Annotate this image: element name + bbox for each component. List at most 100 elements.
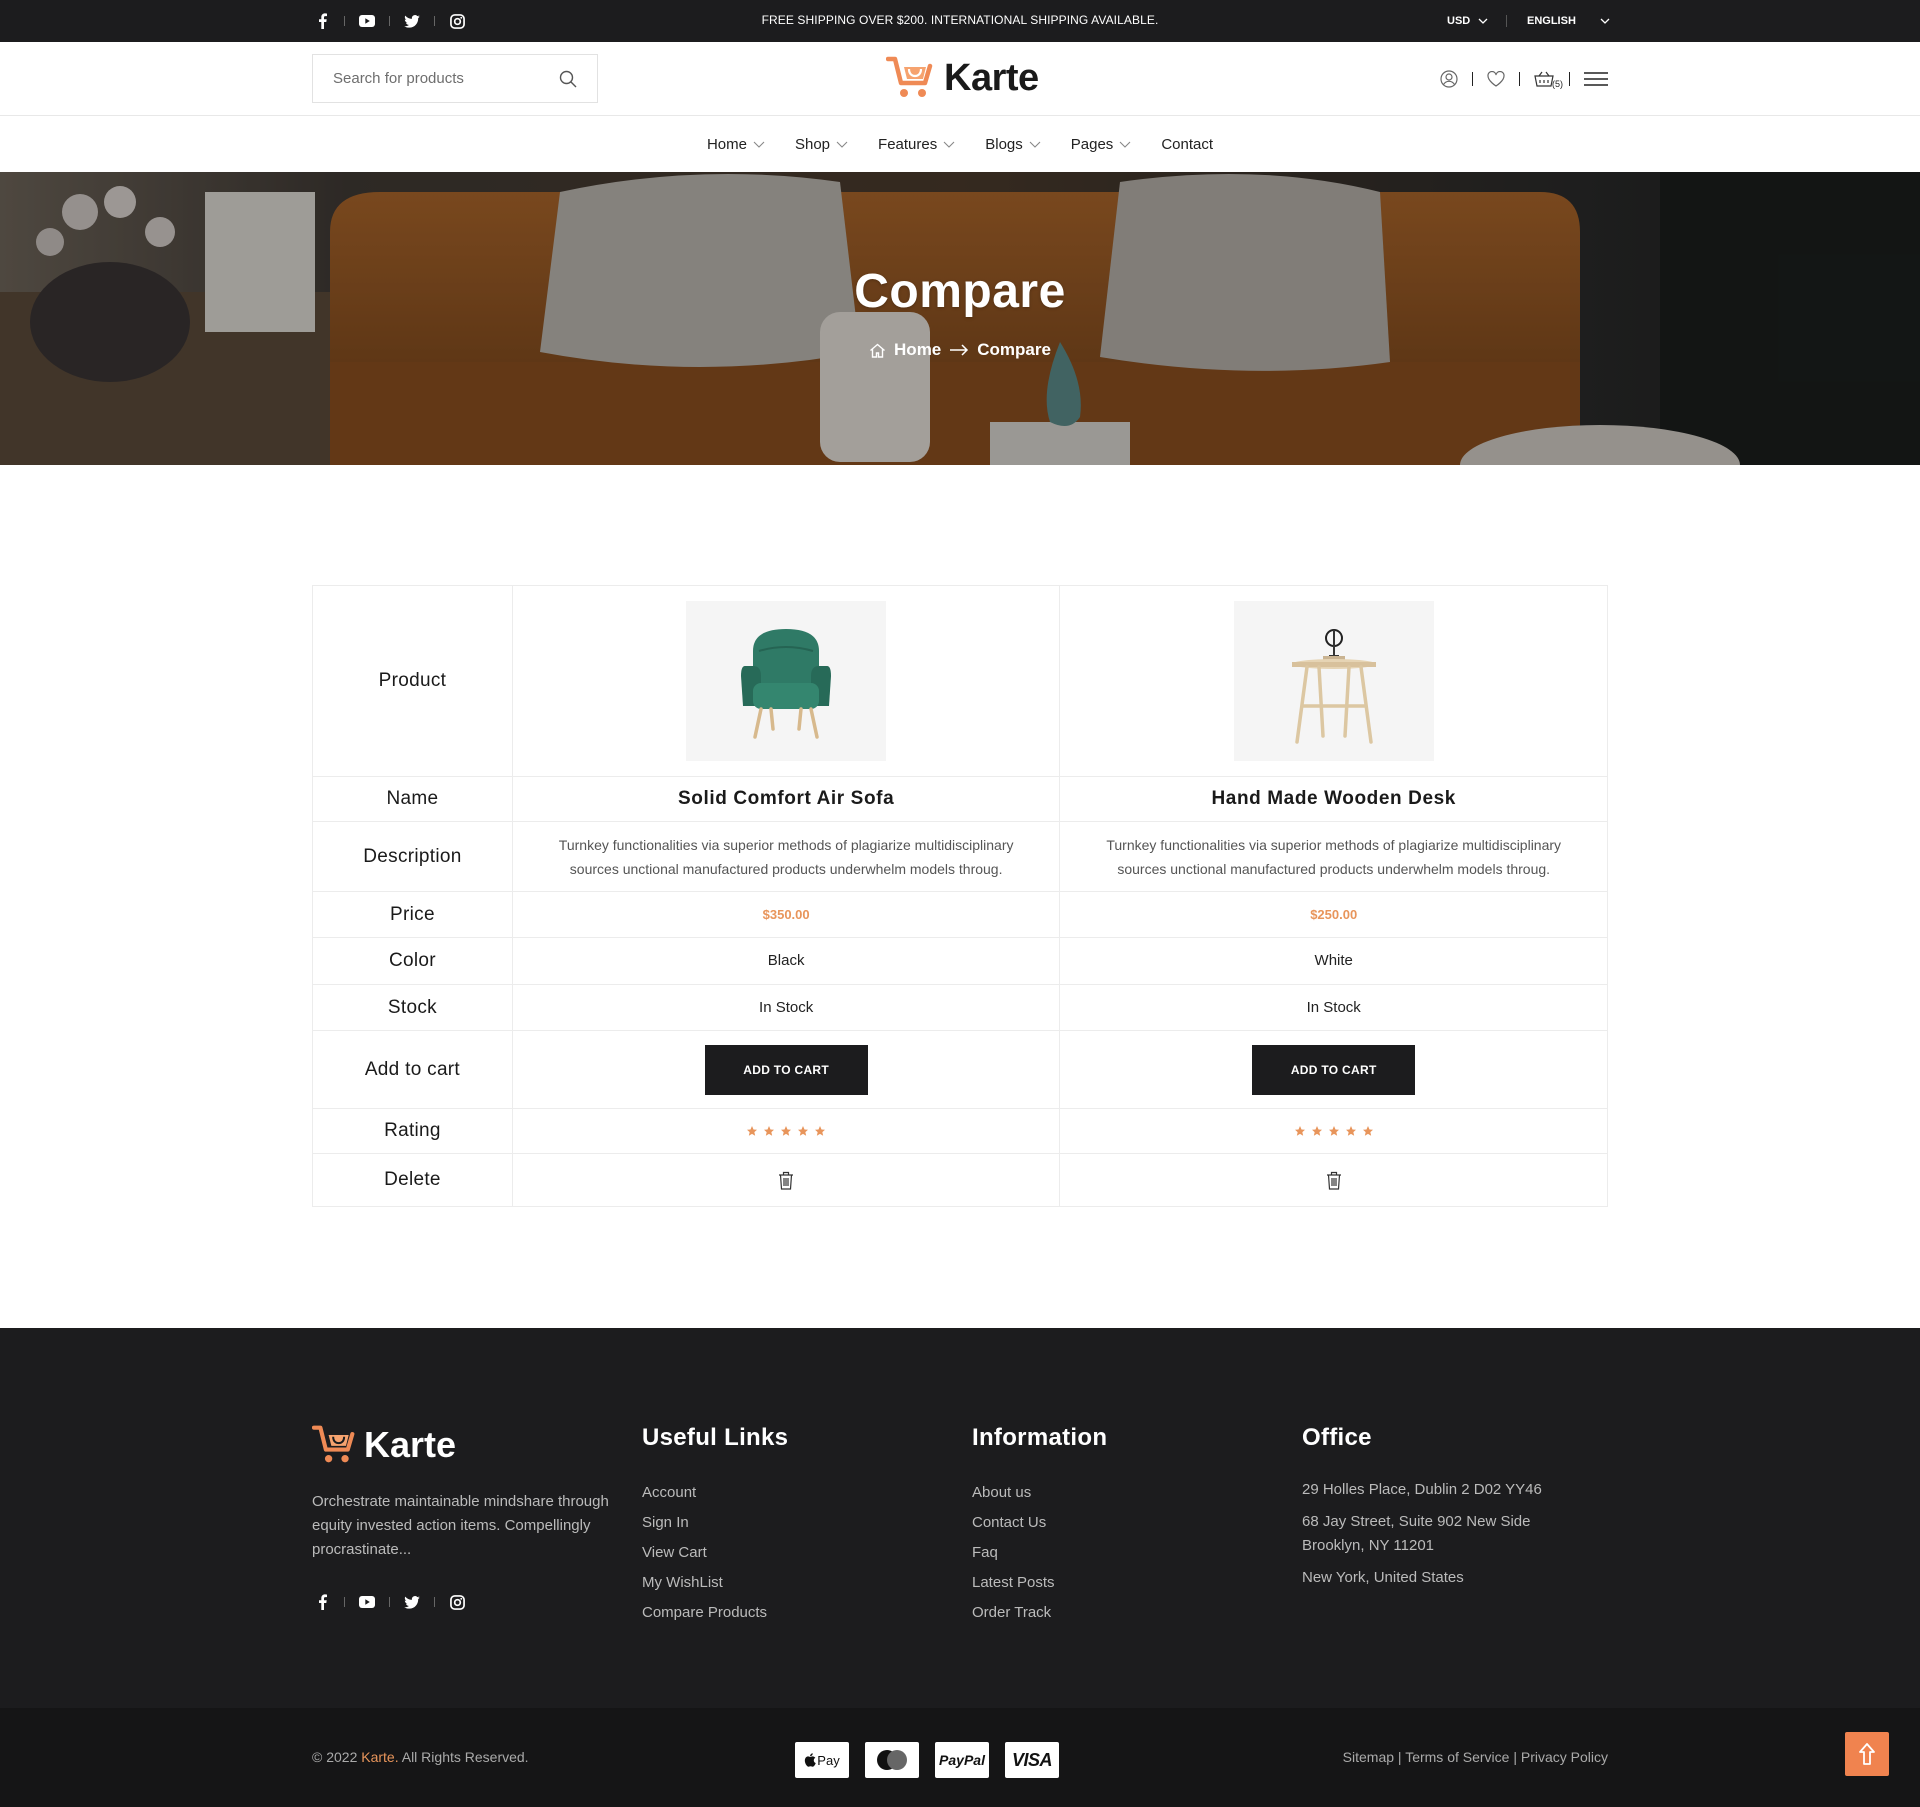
rating-cell <box>511 1108 1061 1154</box>
search-input[interactable] <box>333 70 559 87</box>
add-to-cart-cell: ADD TO CART <box>1059 1030 1608 1109</box>
cart-count-badge: (5) <box>1552 79 1563 89</box>
office-address: 29 Holles Place, Dublin 2 D02 YY46 <box>1302 1481 1542 1498</box>
star-rating <box>1060 1125 1607 1137</box>
logo-text: Karte <box>364 1424 457 1465</box>
star-icon <box>1362 1126 1373 1136</box>
color-cell: Black <box>511 937 1061 985</box>
footer-link[interactable]: Order Track <box>972 1598 1107 1628</box>
chevron-down-icon <box>1029 141 1041 148</box>
nav-item-features[interactable]: Features <box>863 136 970 153</box>
trash-icon[interactable] <box>1326 1171 1342 1190</box>
product-cell <box>511 585 1061 777</box>
footer-link[interactable]: Account <box>642 1478 788 1508</box>
row-label: Delete <box>312 1153 513 1207</box>
copyright-brand[interactable]: Karte. <box>361 1749 398 1765</box>
footer-link[interactable]: Compare Products <box>642 1598 788 1628</box>
star-icon <box>798 1126 809 1136</box>
star-icon <box>781 1126 792 1136</box>
menu-icon[interactable] <box>1584 64 1608 94</box>
footer-information: Information About us Contact Us Faq Late… <box>972 1424 1107 1628</box>
cart-icon[interactable]: (5) <box>1534 64 1563 94</box>
nav-item-blogs[interactable]: Blogs <box>970 136 1056 153</box>
star-icon <box>815 1126 826 1136</box>
chevron-down-icon <box>836 141 848 148</box>
table-row: Rating <box>312 1108 1608 1154</box>
row-label: Name <box>312 776 513 822</box>
nav-item-home[interactable]: Home <box>692 136 780 153</box>
footer-bottom: © 2022 Karte. All Rights Reserved. Pay P… <box>0 1708 1920 1807</box>
delete-cell <box>511 1153 1061 1207</box>
armchair-image <box>741 629 832 739</box>
page-title: Compare <box>854 265 1066 318</box>
footer-link[interactable]: About us <box>972 1478 1107 1508</box>
payment-label: VISA <box>1011 1749 1053 1770</box>
search-icon[interactable] <box>559 70 577 88</box>
footer-link[interactable]: My WishList <box>642 1568 788 1598</box>
row-label: Price <box>312 891 513 938</box>
footer-link[interactable]: Contact Us <box>972 1508 1107 1538</box>
nav-item-contact[interactable]: Contact <box>1146 136 1228 153</box>
product-color: White <box>1314 952 1353 969</box>
user-icon[interactable] <box>1440 64 1458 94</box>
divider <box>434 1597 435 1607</box>
breadcrumb-home[interactable]: Home <box>894 340 941 360</box>
breadcrumb-current: Compare <box>977 340 1051 359</box>
footer-link[interactable]: View Cart <box>642 1538 788 1568</box>
table-row: Delete <box>312 1153 1608 1207</box>
add-to-cart-button[interactable]: ADD TO CART <box>1252 1044 1416 1095</box>
chevron-down-icon <box>1600 18 1610 24</box>
star-icon <box>1328 1126 1339 1136</box>
divider <box>389 1597 390 1607</box>
instagram-icon[interactable] <box>447 1592 467 1612</box>
product-name[interactable]: Hand Made Wooden Desk <box>1211 788 1456 809</box>
table-row: Stock In Stock In Stock <box>312 984 1608 1031</box>
nav-label: Home <box>706 135 747 153</box>
row-label: Product <box>312 585 513 777</box>
footer-link[interactable]: Faq <box>972 1538 1107 1568</box>
language-label: ENGLISH <box>1527 15 1576 27</box>
home-icon <box>870 343 885 358</box>
cart-logo-icon <box>312 1425 355 1463</box>
copyright: © 2022 Karte. All Rights Reserved. <box>312 1708 529 1807</box>
table-row: Name Solid Comfort Air Sofa Hand Made Wo… <box>312 776 1608 822</box>
nav-label: Shop <box>794 135 831 153</box>
row-label: Add to cart <box>312 1030 513 1109</box>
payment-label: PayPal <box>939 1752 985 1768</box>
twitter-icon[interactable] <box>402 1592 422 1612</box>
product-name-cell: Hand Made Wooden Desk <box>1059 776 1608 822</box>
back-to-top-button[interactable] <box>1845 1732 1889 1776</box>
product-price: $350.00 <box>762 906 810 922</box>
legal-links[interactable]: Sitemap | Terms of Service | Privacy Pol… <box>1343 1708 1608 1807</box>
currency-select[interactable]: USD <box>1447 0 1488 42</box>
cart-logo-icon <box>886 56 933 97</box>
product-name[interactable]: Solid Comfort Air Sofa <box>678 788 894 809</box>
side-table-image <box>1291 629 1376 744</box>
nav-label: Contact <box>1161 135 1214 153</box>
row-label: Stock <box>312 984 513 1031</box>
payment-label: Pay <box>817 1752 840 1768</box>
heart-icon[interactable] <box>1487 64 1505 94</box>
trash-icon[interactable] <box>778 1171 794 1190</box>
breadcrumb: Home Compare <box>0 340 1920 360</box>
product-image[interactable] <box>686 601 887 761</box>
product-image[interactable] <box>1233 601 1434 761</box>
footer-link[interactable]: Latest Posts <box>972 1568 1107 1598</box>
site-logo[interactable]: Karte <box>886 55 1039 101</box>
paypal-icon: PayPal <box>935 1742 989 1778</box>
nav-item-shop[interactable]: Shop <box>780 136 863 153</box>
product-color: Black <box>767 952 805 969</box>
youtube-icon[interactable] <box>357 1592 377 1612</box>
color-cell: White <box>1059 937 1608 985</box>
footer-office: Office 29 Holles Place, Dublin 2 D02 YY4… <box>1302 1424 1542 1590</box>
footer-logo[interactable]: Karte <box>312 1424 622 1466</box>
add-to-cart-button[interactable]: ADD TO CART <box>704 1044 868 1095</box>
compare-table: Product Name Solid Comfort Air Sofa Hand… <box>312 585 1608 1207</box>
stock-status: In Stock <box>759 998 814 1016</box>
footer-link[interactable]: Sign In <box>642 1508 788 1538</box>
facebook-icon[interactable] <box>312 1592 332 1612</box>
star-icon <box>764 1126 775 1136</box>
language-select[interactable]: ENGLISH <box>1527 0 1610 42</box>
currency-label: USD <box>1447 15 1471 27</box>
nav-item-pages[interactable]: Pages <box>1056 136 1147 153</box>
